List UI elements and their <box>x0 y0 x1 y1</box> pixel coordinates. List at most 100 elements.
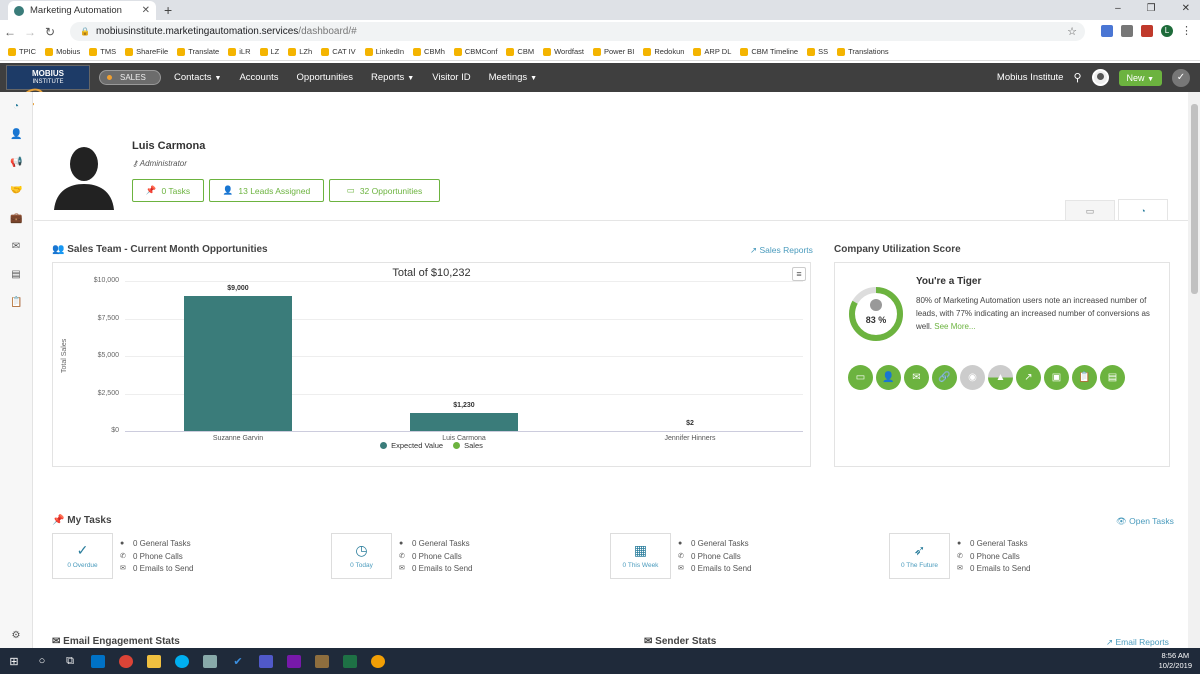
clipboard-icon[interactable]: 📋 <box>10 297 22 309</box>
bookmark-item[interactable]: TPIC <box>8 47 36 56</box>
app-orange-icon[interactable] <box>364 648 392 674</box>
chart-bar[interactable] <box>409 412 519 431</box>
bookmark-item[interactable]: CAT IV <box>321 47 356 56</box>
nav-accounts[interactable]: Accounts <box>239 72 278 83</box>
bookmark-item[interactable]: Power BI <box>592 47 634 56</box>
extension-pdf-icon[interactable] <box>1141 24 1153 37</box>
teams-icon[interactable] <box>252 648 280 674</box>
legend-item[interactable]: Expected Value <box>380 441 443 450</box>
campaigns-megaphone-icon[interactable]: 📢 <box>10 157 22 169</box>
trend-feature-icon[interactable]: ↗ <box>1016 365 1041 390</box>
sales-mode-toggle[interactable]: SALES <box>99 70 161 85</box>
handshake-icon[interactable]: 🤝 <box>10 185 22 197</box>
nav-opportunities[interactable]: Opportunities <box>297 72 354 83</box>
dashboard-gauge-icon[interactable]: ◔ <box>10 101 22 113</box>
nav-visitor-id[interactable]: Visitor ID <box>432 72 470 83</box>
new-tab-button[interactable]: + <box>164 2 172 18</box>
task-card[interactable]: ▦ 0 This Week <box>610 533 671 579</box>
settings-gear-icon[interactable]: ⚙ <box>10 630 22 642</box>
back-arrow-icon[interactable]: ← <box>0 25 20 39</box>
bookmark-item[interactable]: CBMConf <box>453 47 497 56</box>
clipboard-feature-icon[interactable]: 📋 <box>1072 365 1097 390</box>
windows-start-icon[interactable]: ⊞ <box>0 648 28 674</box>
app-icon[interactable] <box>196 648 224 674</box>
user-avatar[interactable] <box>1091 69 1109 86</box>
task-card[interactable]: ◷ 0 Today <box>331 533 392 579</box>
task-view-icon[interactable]: ⧉ <box>56 648 84 674</box>
system-clock[interactable]: 8:56 AM 10/2/2019 <box>1159 651 1192 671</box>
tab-dashboard[interactable]: ◔ <box>1118 199 1168 221</box>
link-feature-icon[interactable]: 🔗 <box>932 365 957 390</box>
briefcase-icon[interactable]: 💼 <box>10 213 22 225</box>
open-tasks-link[interactable]: 👁 Open Tasks <box>1116 516 1174 527</box>
envelope-icon[interactable]: ✉ <box>10 241 22 253</box>
contacts-feature-icon[interactable]: 👤 <box>876 365 901 390</box>
leads-assigned-button[interactable]: 👤 13 Leads Assigned <box>209 179 324 202</box>
nav-meetings[interactable]: Meetings ▼ <box>489 72 538 83</box>
search-icon[interactable]: ⚲ <box>1073 71 1081 84</box>
todo-check-icon[interactable]: ✔ <box>224 648 252 674</box>
bookmark-item[interactable]: SS <box>807 47 828 56</box>
org-name[interactable]: Mobius Institute <box>997 72 1064 83</box>
bookmark-item[interactable]: CBM <box>506 47 534 56</box>
bookmark-item[interactable]: ARP DL <box>693 47 731 56</box>
extension-icon[interactable] <box>1121 24 1133 37</box>
extension-translate-icon[interactable] <box>1101 24 1113 37</box>
tab-inbox[interactable]: ▭ <box>1065 200 1115 221</box>
contacts-icon[interactable]: 👤 <box>10 129 22 141</box>
bookmark-star-icon[interactable]: ☆ <box>1067 25 1077 38</box>
browser-menu-icon[interactable]: ⋮ <box>1181 24 1192 37</box>
area-chart-feature-icon[interactable]: ▲ <box>988 365 1013 390</box>
outlook-icon[interactable] <box>84 648 112 674</box>
task-card[interactable]: ✓ 0 Overdue <box>52 533 113 579</box>
new-button[interactable]: New ▼ <box>1118 69 1162 86</box>
form-feature-icon[interactable]: ▣ <box>1044 365 1069 390</box>
mobius-logo[interactable]: MOBIUS INSTITUTE <box>6 65 90 109</box>
file-explorer-icon[interactable] <box>140 648 168 674</box>
bookmark-item[interactable]: Translate <box>177 47 219 56</box>
support-feature-icon[interactable]: ◉ <box>960 365 985 390</box>
skype-icon[interactable] <box>168 648 196 674</box>
nav-reports[interactable]: Reports ▼ <box>371 72 414 83</box>
bookmark-item[interactable]: Wordfast <box>543 47 584 56</box>
opportunities-button[interactable]: ▭ 32 Opportunities <box>329 179 440 202</box>
id-card-feature-icon[interactable]: ▤ <box>1100 365 1125 390</box>
url-bar[interactable]: 🔒 mobiusinstitute.marketingautomation.se… <box>70 22 1085 41</box>
bookmark-item[interactable]: CBMh <box>413 47 445 56</box>
bookmark-item[interactable]: Redokun <box>643 47 684 56</box>
photo-app-icon[interactable] <box>308 648 336 674</box>
reload-icon[interactable]: ↻ <box>40 25 60 39</box>
bookmark-item[interactable]: CBM Timeline <box>740 47 798 56</box>
browser-tab[interactable]: Marketing Automation ✕ <box>8 1 156 20</box>
bookmark-item[interactable]: LZh <box>288 47 312 56</box>
search-circle-icon[interactable]: ○ <box>28 648 56 674</box>
tasks-button[interactable]: 📌 0 Tasks <box>132 179 204 202</box>
list-icon[interactable]: ▤ <box>10 269 22 281</box>
email-feature-icon[interactable]: ✉ <box>904 365 929 390</box>
chrome-icon[interactable] <box>112 648 140 674</box>
restore-button[interactable]: ❐ <box>1147 3 1156 14</box>
nav-contacts[interactable]: Contacts ▼ <box>174 72 221 83</box>
see-more-link[interactable]: See More... <box>934 322 975 331</box>
profile-avatar-icon[interactable]: L <box>1161 24 1173 37</box>
forward-arrow-icon[interactable]: → <box>20 25 40 39</box>
bookmark-item[interactable]: Mobius <box>45 47 80 56</box>
legend-item[interactable]: Sales <box>453 441 483 450</box>
close-window-button[interactable]: ✕ <box>1182 3 1190 14</box>
minimize-button[interactable]: – <box>1115 3 1121 14</box>
email-reports-link[interactable]: ↗ Email Reports <box>1106 637 1169 648</box>
bookmark-item[interactable]: Translations <box>837 47 889 56</box>
bookmark-item[interactable]: LZ <box>259 47 279 56</box>
check-icon[interactable]: ✓ <box>1172 68 1190 87</box>
chart-bar[interactable] <box>183 296 293 431</box>
excel-icon[interactable] <box>336 648 364 674</box>
chart-menu-icon[interactable]: ≡ <box>792 267 806 281</box>
bookmark-item[interactable]: TMS <box>89 47 116 56</box>
inbox-feature-icon[interactable]: ▭ <box>848 365 873 390</box>
bookmark-item[interactable]: ShareFile <box>125 47 168 56</box>
bookmark-item[interactable]: LinkedIn <box>364 47 404 56</box>
bookmark-item[interactable]: iLR <box>228 47 251 56</box>
sales-reports-link[interactable]: ↗ Sales Reports <box>750 245 813 256</box>
tab-close-icon[interactable]: ✕ <box>142 5 150 16</box>
task-card[interactable]: ➶ 0 The Future <box>889 533 950 579</box>
